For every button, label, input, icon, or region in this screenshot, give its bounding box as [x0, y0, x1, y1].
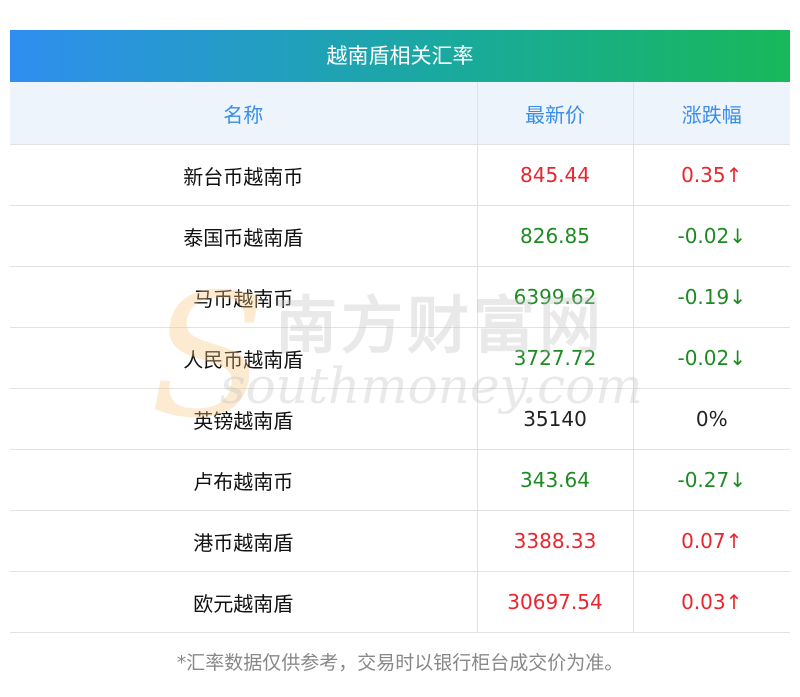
column-header-name: 名称 — [10, 82, 478, 145]
currency-pair-name: 欧元越南盾 — [10, 571, 478, 633]
change-percent: 0% — [633, 388, 790, 450]
table-row: 新台币越南币 845.44 0.35↑ — [10, 144, 790, 206]
table-row: 卢布越南币 343.64 -0.27↓ — [10, 449, 790, 511]
currency-pair-name: 泰国币越南盾 — [10, 205, 478, 267]
column-header-change: 涨跌幅 — [633, 82, 790, 145]
currency-pair-name: 新台币越南币 — [10, 144, 478, 206]
latest-price: 845.44 — [477, 144, 634, 206]
table-row: 马币越南币 6399.62 -0.19↓ — [10, 266, 790, 328]
table-header-row: 名称 最新价 涨跌幅 — [10, 82, 790, 145]
rates-card: 越南盾相关汇率 名称 最新价 涨跌幅 新台币越南币 845.44 0.35↑ 泰国币越… — [10, 30, 790, 633]
table-row: 泰国币越南盾 826.85 -0.02↓ — [10, 205, 790, 267]
change-percent: -0.27↓ — [633, 449, 790, 511]
change-percent: -0.02↓ — [633, 205, 790, 267]
rates-table: 名称 最新价 涨跌幅 新台币越南币 845.44 0.35↑ 泰国币越南盾 826.85… — [10, 82, 790, 633]
latest-price: 6399.62 — [477, 266, 634, 328]
currency-pair-name: 卢布越南币 — [10, 449, 478, 511]
latest-price: 35140 — [477, 388, 634, 450]
change-percent: 0.35↑ — [633, 144, 790, 206]
change-percent: -0.02↓ — [633, 327, 790, 389]
latest-price: 343.64 — [477, 449, 634, 511]
currency-pair-name: 英镑越南盾 — [10, 388, 478, 450]
currency-pair-name: 港币越南盾 — [10, 510, 478, 572]
change-percent: -0.19↓ — [633, 266, 790, 328]
currency-pair-name: 马币越南币 — [10, 266, 478, 328]
latest-price: 3388.33 — [477, 510, 634, 572]
change-percent: 0.03↑ — [633, 571, 790, 633]
change-percent: 0.07↑ — [633, 510, 790, 572]
latest-price: 826.85 — [477, 205, 634, 267]
table-row: 英镑越南盾 35140 0% — [10, 388, 790, 450]
table-row: 人民币越南盾 3727.72 -0.02↓ — [10, 327, 790, 389]
latest-price: 3727.72 — [477, 327, 634, 389]
latest-price: 30697.54 — [477, 571, 634, 633]
column-header-price: 最新价 — [477, 82, 634, 145]
table-row: 港币越南盾 3388.33 0.07↑ — [10, 510, 790, 572]
table-title: 越南盾相关汇率 — [10, 30, 790, 82]
disclaimer-footnote: *汇率数据仅供参考，交易时以银行柜台成交价为准。 — [176, 652, 624, 674]
table-row: 欧元越南盾 30697.54 0.03↑ — [10, 571, 790, 633]
currency-pair-name: 人民币越南盾 — [10, 327, 478, 389]
